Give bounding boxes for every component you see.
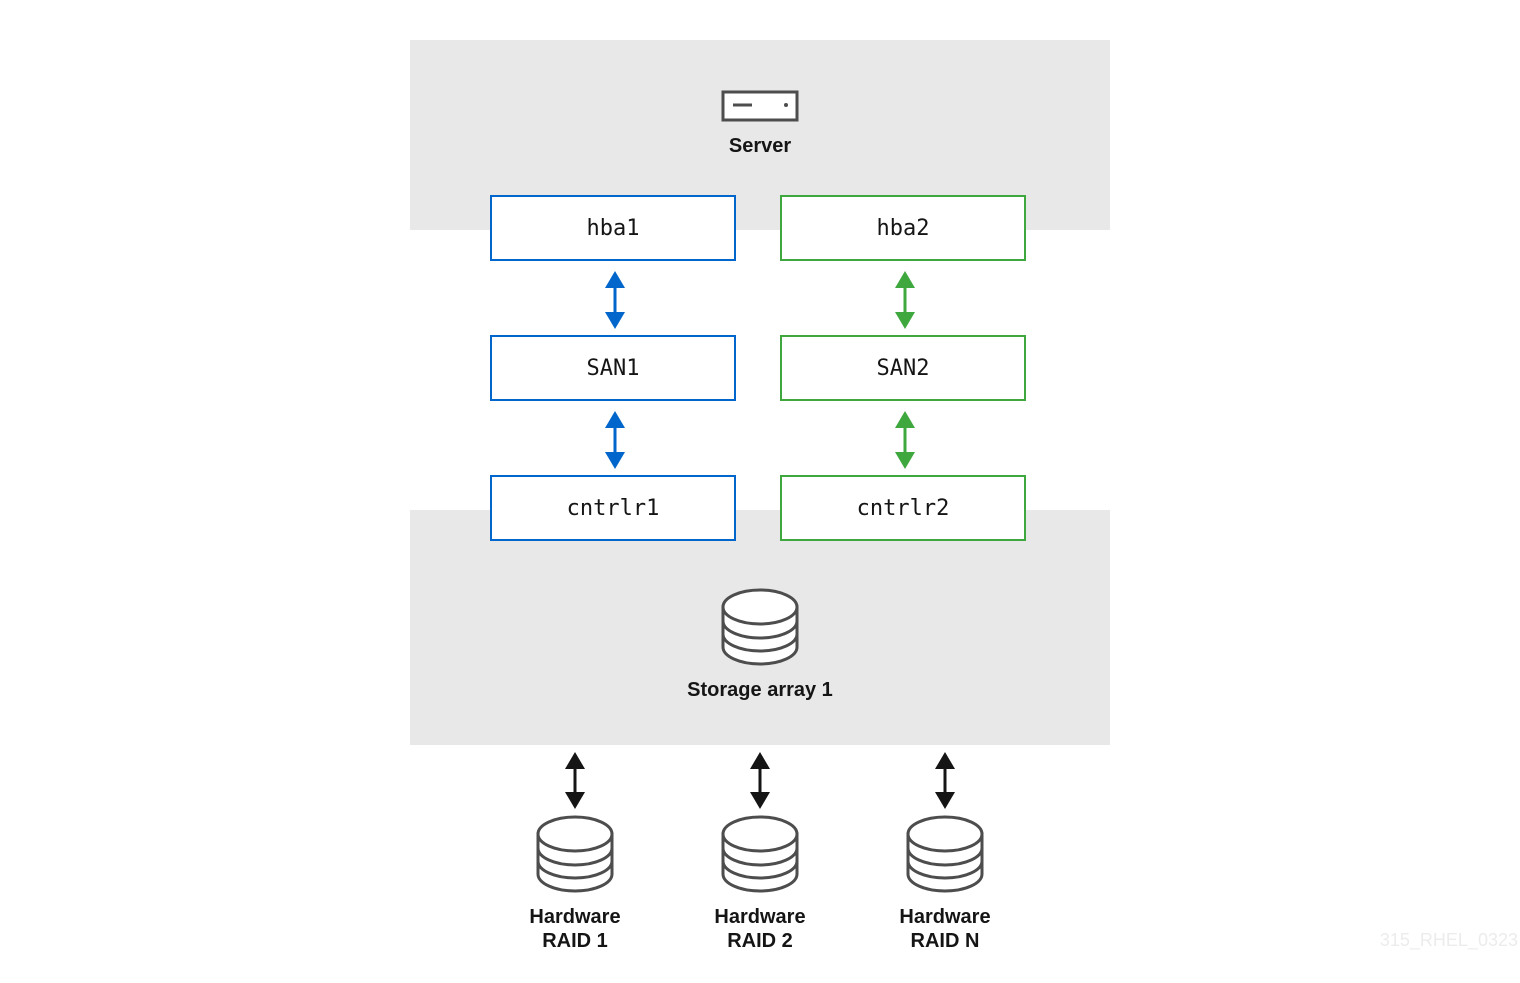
- san2-node[interactable]: SAN2: [780, 335, 1026, 401]
- hba2-node[interactable]: hba2: [780, 195, 1026, 261]
- hba1-node[interactable]: hba1: [490, 195, 736, 261]
- raid-n-line1: Hardware: [899, 906, 991, 928]
- figure-id-watermark: 315_RHEL_0323: [1379, 930, 1518, 950]
- raid-3-database-icon: [906, 815, 984, 893]
- raid-1-label: Hardware RAID 1: [500, 905, 650, 953]
- cntrlr2-node[interactable]: cntrlr2: [780, 475, 1026, 541]
- server-label: Server: [728, 135, 792, 157]
- san2-cntrlr2-arrow: [895, 411, 915, 469]
- cntrlr1-node[interactable]: cntrlr1: [490, 475, 736, 541]
- san1-cntrlr1-arrow: [605, 411, 625, 469]
- storage-array-database-icon: [721, 588, 799, 666]
- hba2-san2-arrow: [895, 271, 915, 329]
- server-icon: [721, 90, 799, 122]
- raid-2-label: Hardware RAID 2: [685, 905, 835, 953]
- raid-1-database-icon: [536, 815, 614, 893]
- storage-to-raid-2-arrow: [750, 752, 770, 809]
- raid-1-line1: Hardware: [529, 906, 621, 928]
- raid-2-line1: Hardware: [714, 906, 806, 928]
- raid-n-line2: RAID N: [910, 930, 980, 952]
- san1-node[interactable]: SAN1: [490, 335, 736, 401]
- raid-n-label: Hardware RAID N: [870, 905, 1020, 953]
- raid-1-line2: RAID 1: [542, 930, 608, 952]
- raid-2-database-icon: [721, 815, 799, 893]
- storage-array-label: Storage array 1: [687, 679, 833, 701]
- storage-to-raid-3-arrow: [935, 752, 955, 809]
- storage-to-raid-1-arrow: [565, 752, 585, 809]
- raid-2-line2: RAID 2: [727, 930, 793, 952]
- hba1-san1-arrow: [605, 271, 625, 329]
